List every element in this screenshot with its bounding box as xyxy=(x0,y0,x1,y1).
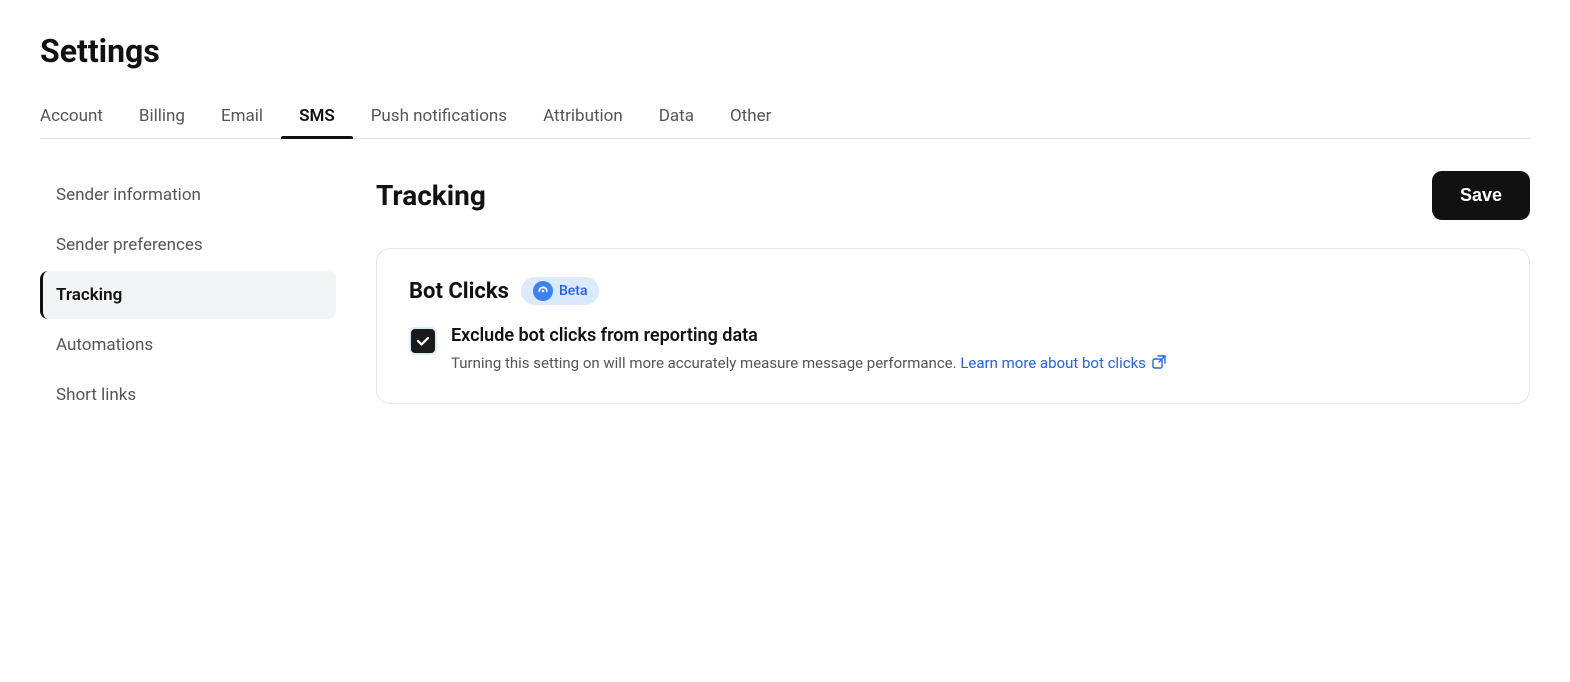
sidebar-item-short-links[interactable]: Short links xyxy=(40,371,336,419)
page-title: Settings xyxy=(40,32,1530,70)
tab-push-notifications[interactable]: Push notifications xyxy=(353,94,525,138)
card-title: Bot Clicks xyxy=(409,279,509,304)
beta-label: Beta xyxy=(559,283,588,299)
save-button[interactable]: Save xyxy=(1432,171,1530,220)
sidebar-item-automations[interactable]: Automations xyxy=(40,321,336,369)
content-header: Tracking Save xyxy=(376,171,1530,220)
tab-attribution[interactable]: Attribution xyxy=(525,94,641,138)
sidebar-item-sender-preferences[interactable]: Sender preferences xyxy=(40,221,336,269)
content-title: Tracking xyxy=(376,179,486,212)
checkbox-label: Exclude bot clicks from reporting data xyxy=(451,325,1497,346)
tab-account[interactable]: Account xyxy=(40,94,121,138)
sidebar-item-sender-information[interactable]: Sender information xyxy=(40,171,336,219)
exclude-bot-clicks-checkbox[interactable] xyxy=(409,327,437,355)
sidebar-item-tracking[interactable]: Tracking xyxy=(40,271,336,319)
external-link-icon xyxy=(1152,353,1166,376)
sidebar: Sender information Sender preferences Tr… xyxy=(40,171,360,421)
tab-other[interactable]: Other xyxy=(712,94,789,138)
checkbox-content: Exclude bot clicks from reporting data T… xyxy=(451,325,1497,375)
learn-more-link[interactable]: Learn more about bot clicks xyxy=(960,354,1146,372)
tab-billing[interactable]: Billing xyxy=(121,94,203,138)
checkbox-description-text: Turning this setting on will more accura… xyxy=(451,354,957,372)
tab-data[interactable]: Data xyxy=(641,94,712,138)
tab-sms[interactable]: SMS xyxy=(281,94,353,138)
main-layout: Sender information Sender preferences Tr… xyxy=(40,171,1530,421)
tabs-bar: Account Billing Email SMS Push notificat… xyxy=(40,94,1530,139)
checkbox-row: Exclude bot clicks from reporting data T… xyxy=(409,325,1497,375)
page-container: Settings Account Billing Email SMS Push … xyxy=(0,0,1570,421)
checkbox-description: Turning this setting on will more accura… xyxy=(451,352,1497,375)
beta-badge: Beta xyxy=(521,277,600,305)
card-title-row: Bot Clicks Beta xyxy=(409,277,1497,305)
beta-icon xyxy=(533,281,553,301)
tracking-card: Bot Clicks Beta xyxy=(376,248,1530,404)
content-area: Tracking Save Bot Clicks Bet xyxy=(360,171,1530,421)
tab-email[interactable]: Email xyxy=(203,94,281,138)
